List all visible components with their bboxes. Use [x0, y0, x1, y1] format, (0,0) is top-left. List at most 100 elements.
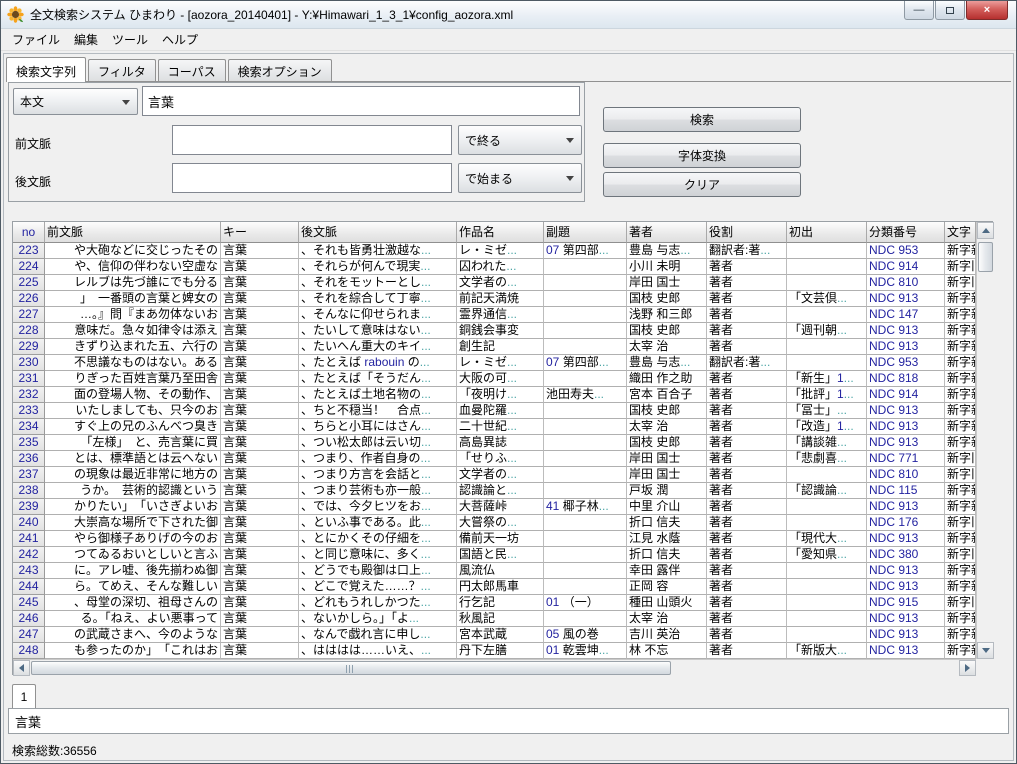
cell[interactable]: 新字新: [945, 499, 976, 515]
cell[interactable]: 著者: [707, 483, 787, 499]
cell[interactable]: 224: [13, 259, 45, 275]
cell[interactable]: 「愛知県...: [787, 547, 867, 563]
cell[interactable]: 245: [13, 595, 45, 611]
column-header-5[interactable]: 副題: [544, 222, 627, 243]
cell[interactable]: 戸坂 潤: [627, 483, 707, 499]
cell[interactable]: 07 第四部...: [544, 355, 627, 371]
vertical-scrollbar[interactable]: [976, 222, 993, 659]
cell[interactable]: 言葉: [221, 259, 299, 275]
horizontal-scroll-thumb[interactable]: [31, 661, 671, 675]
scroll-right-button[interactable]: [959, 660, 976, 676]
cell[interactable]: の現象は最近非常に地方の: [45, 467, 221, 483]
query-input[interactable]: 言葉: [142, 86, 580, 116]
cell[interactable]: 行乞記: [457, 595, 544, 611]
cell[interactable]: 著者: [707, 371, 787, 387]
cell[interactable]: 著者: [707, 595, 787, 611]
cell[interactable]: 言葉: [221, 323, 299, 339]
cell[interactable]: NDC 914: [867, 387, 945, 403]
cell[interactable]: 太宰 治: [627, 611, 707, 627]
cell[interactable]: 著者: [707, 627, 787, 643]
cell[interactable]: 新字新: [945, 323, 976, 339]
cell[interactable]: やら御様子ありげの今のお: [45, 531, 221, 547]
cell[interactable]: 浅野 和三郎: [627, 307, 707, 323]
cell[interactable]: ら。てめえ、そんな難しい: [45, 579, 221, 595]
cell[interactable]: 、それをモットーとし...: [299, 275, 457, 291]
cell[interactable]: 新字旧: [945, 275, 976, 291]
cell[interactable]: 「新生」1...: [787, 371, 867, 387]
cell[interactable]: 新字新: [945, 403, 976, 419]
menu-item-1[interactable]: 編集: [67, 29, 105, 50]
cell[interactable]: に。アレ嘘、後先揃わぬ御: [45, 563, 221, 579]
cell[interactable]: 新字新: [945, 643, 976, 659]
table-row[interactable]: 228意味だ。急々如律令は添え言葉、たいして意味はない...銅銭会事変国枝 史郎…: [13, 323, 976, 339]
cell[interactable]: 「現代大...: [787, 531, 867, 547]
cell[interactable]: 239: [13, 499, 45, 515]
cell[interactable]: 二十世紀...: [457, 419, 544, 435]
cell[interactable]: 前記天満焼: [457, 291, 544, 307]
cell[interactable]: 、それを綜合して丁寧...: [299, 291, 457, 307]
table-row[interactable]: 245、母堂の深切、祖母さんの言葉、どれもうれしかつた...行乞記01 （一）種…: [13, 595, 976, 611]
tab-3[interactable]: 検索オプション: [228, 59, 332, 81]
cell[interactable]: [787, 515, 867, 531]
cell[interactable]: いたしましても、只今のお: [45, 403, 221, 419]
menu-item-3[interactable]: ヘルプ: [155, 29, 205, 50]
cell[interactable]: 言葉: [221, 467, 299, 483]
cell[interactable]: 著者: [707, 307, 787, 323]
cell[interactable]: [544, 371, 627, 387]
cell[interactable]: 228: [13, 323, 45, 339]
cell[interactable]: 著者: [707, 451, 787, 467]
table-row[interactable]: 239かりたい」 「いさぎよいお言葉、では、今夕ヒツをお...大菩薩峠41 椰子…: [13, 499, 976, 515]
cell[interactable]: 創生記: [457, 339, 544, 355]
cell[interactable]: 「冨士」...: [787, 403, 867, 419]
cell[interactable]: 秋風記: [457, 611, 544, 627]
cell[interactable]: NDC 914: [867, 259, 945, 275]
cell[interactable]: NDC 771: [867, 451, 945, 467]
cell[interactable]: 「講談雑...: [787, 435, 867, 451]
table-row[interactable]: 229きずり込まれた五、六行の言葉、たいへん重大のキイ...創生記太宰 治著者N…: [13, 339, 976, 355]
cell[interactable]: 231: [13, 371, 45, 387]
cell[interactable]: 言葉: [221, 515, 299, 531]
table-row[interactable]: 246る。「ねえ、よい悪事って言葉、ないかしら。」「よ...秋風記太宰 治著者N…: [13, 611, 976, 627]
cell[interactable]: 新字新: [945, 483, 976, 499]
cell[interactable]: 太宰 治: [627, 419, 707, 435]
table-row[interactable]: 248も参ったのか」 「これはお言葉、はははは……いえ、...丹下左膳01 乾雲…: [13, 643, 976, 659]
cell[interactable]: の武蔵さまへ、今のような: [45, 627, 221, 643]
cell[interactable]: 大嘗祭の...: [457, 515, 544, 531]
cell[interactable]: 著者: [707, 291, 787, 307]
cell[interactable]: 翻訳者:著...: [707, 355, 787, 371]
cell[interactable]: NDC 810: [867, 467, 945, 483]
cell[interactable]: 、それらが何んで現実...: [299, 259, 457, 275]
table-row[interactable]: 237の現象は最近非常に地方の言葉、つまり方言を会話と...文学者の...岸田 …: [13, 467, 976, 483]
cell[interactable]: 新字旧: [945, 595, 976, 611]
cell[interactable]: 、なんで戯れ言に申し...: [299, 627, 457, 643]
cell[interactable]: 大菩薩峠: [457, 499, 544, 515]
cell[interactable]: NDC 913: [867, 627, 945, 643]
cell[interactable]: 236: [13, 451, 45, 467]
cell[interactable]: 、たとえば土地名物の...: [299, 387, 457, 403]
cell[interactable]: [544, 435, 627, 451]
cell[interactable]: 岸田 国士: [627, 467, 707, 483]
column-header-4[interactable]: 作品名: [457, 222, 544, 243]
column-header-7[interactable]: 役割: [707, 222, 787, 243]
cell[interactable]: 織田 作之助: [627, 371, 707, 387]
restore-button[interactable]: [935, 1, 965, 20]
table-row[interactable]: 241やら御様子ありげの今のお言葉、とにかくその仔細を...備前天一坊江見 水蔭…: [13, 531, 976, 547]
cell[interactable]: 折口 信夫: [627, 515, 707, 531]
table-row[interactable]: 227…。』問『まあ勿体ないお言葉、そんなに仰せられま...霊界通信...浅野 …: [13, 307, 976, 323]
cell[interactable]: [544, 611, 627, 627]
cell[interactable]: 著者: [707, 547, 787, 563]
cell[interactable]: 円太郎馬車: [457, 579, 544, 595]
cell[interactable]: レルブは先づ誰にでも分る: [45, 275, 221, 291]
table-row[interactable]: 233いたしましても、只今のお言葉、ちと不穏当！ 合点...血曼陀羅...国枝 …: [13, 403, 976, 419]
cell[interactable]: 「週刊朝...: [787, 323, 867, 339]
table-row[interactable]: 242つてゐるおいとしいと言ふ言葉、と同じ意味に、多く...国語と民...折口 …: [13, 547, 976, 563]
scroll-down-button[interactable]: [977, 642, 994, 659]
cell[interactable]: かりたい」 「いさぎよいお: [45, 499, 221, 515]
cell[interactable]: 岸田 国士: [627, 451, 707, 467]
column-header-10[interactable]: 文字: [945, 222, 976, 243]
glyph-convert-button[interactable]: 字体変換: [603, 143, 801, 168]
table-row[interactable]: 238うか。 芸術的認識という言葉、つまり芸術も亦一般...認識論と...戸坂 …: [13, 483, 976, 499]
cell[interactable]: 国枝 史郎: [627, 435, 707, 451]
cell[interactable]: 著者: [707, 323, 787, 339]
cell[interactable]: [787, 595, 867, 611]
